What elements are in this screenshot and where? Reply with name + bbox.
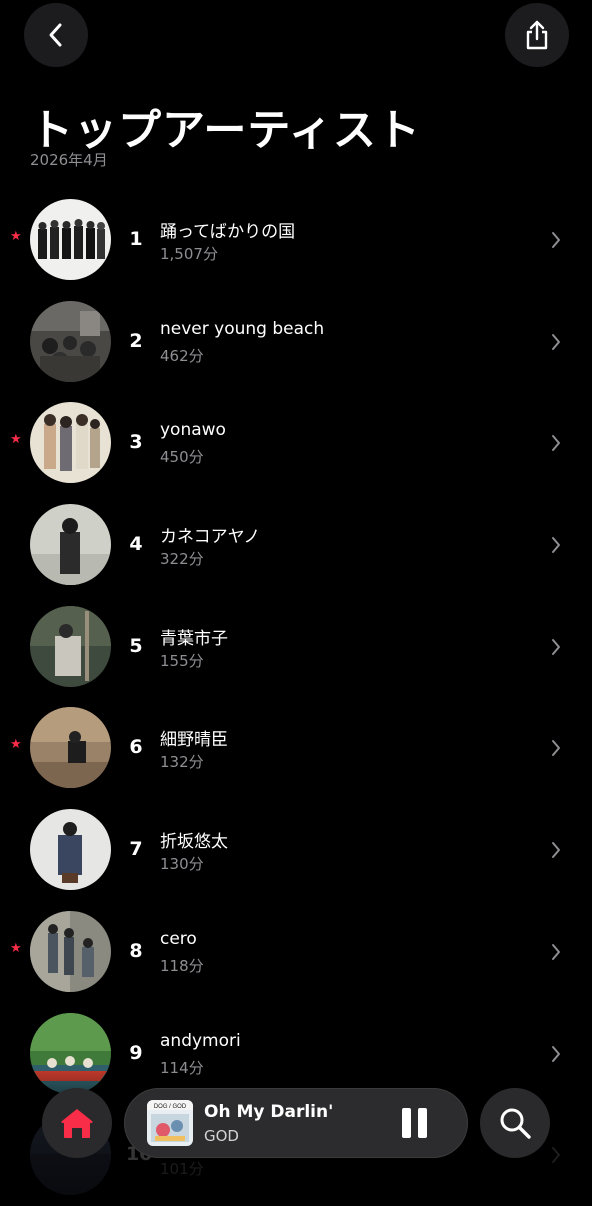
artist-name: カネコアヤノ xyxy=(160,527,261,548)
favorite-star-icon: ★ xyxy=(10,737,22,753)
favorite-star-icon: ★ xyxy=(10,229,22,244)
now-playing-artist: GOD xyxy=(204,1127,239,1145)
chevron-right-icon xyxy=(552,943,560,960)
artist-list: ★ 1 踊ってばかりの国 1,507分 2 never young beach … xyxy=(0,189,592,1206)
artist-name: cero xyxy=(160,928,197,949)
artist-name: 細野晴臣 xyxy=(160,730,228,751)
svg-text:DOG / GOD: DOG / GOD xyxy=(154,1104,187,1110)
artist-row[interactable]: 7 折坂悠太 130分 xyxy=(0,799,592,901)
artist-avatar xyxy=(30,300,111,382)
now-playing-bar[interactable]: DOG / GOD Oh My Darlin' GOD xyxy=(124,1088,468,1158)
artist-avatar xyxy=(30,707,111,789)
artist-avatar xyxy=(30,199,111,280)
home-button[interactable] xyxy=(42,1088,112,1158)
play-minutes: 1,507分 xyxy=(160,245,218,263)
play-minutes: 130分 xyxy=(160,855,204,874)
rank-number: 9 xyxy=(129,1041,143,1064)
back-button[interactable] xyxy=(24,3,88,67)
artist-name: andymori xyxy=(160,1030,241,1051)
share-button[interactable] xyxy=(505,3,569,67)
play-minutes: 132分 xyxy=(160,753,204,772)
artist-name: yonawo xyxy=(160,420,226,441)
artist-avatar xyxy=(30,402,111,484)
artist-row[interactable]: 2 never young beach 462分 xyxy=(0,291,592,393)
artist-row[interactable]: ★ 8 cero 118分 xyxy=(0,901,592,1003)
search-icon xyxy=(500,1108,531,1139)
play-minutes: 118分 xyxy=(160,956,204,975)
play-minutes: 450分 xyxy=(160,448,204,467)
chevron-right-icon xyxy=(552,537,560,554)
chevron-right-icon xyxy=(552,333,560,350)
favorite-star-icon: ★ xyxy=(10,940,22,956)
rank-number: 8 xyxy=(129,939,143,962)
artist-row[interactable]: ★ 3 yonawo 450分 xyxy=(0,392,592,494)
favorite-star-icon: ★ xyxy=(10,432,22,448)
play-minutes: 114分 xyxy=(160,1058,204,1077)
chevron-right-icon xyxy=(552,435,560,452)
chevron-left-icon xyxy=(49,23,62,47)
chevron-right-icon xyxy=(552,232,560,248)
artist-avatar xyxy=(30,1012,111,1094)
now-playing-title: Oh My Darlin' xyxy=(204,1102,334,1122)
play-minutes: 155分 xyxy=(160,651,204,670)
artist-name: 折坂悠太 xyxy=(160,832,228,853)
rank-number: 7 xyxy=(129,838,143,861)
search-button[interactable] xyxy=(480,1088,550,1158)
play-minutes: 462分 xyxy=(160,346,204,365)
rank-number: 4 xyxy=(129,533,143,556)
artist-avatar xyxy=(30,910,111,992)
rank-number: 6 xyxy=(129,736,143,759)
artist-avatar xyxy=(30,504,111,586)
pause-button[interactable] xyxy=(402,1108,430,1138)
rank-number: 2 xyxy=(129,329,143,352)
artist-row[interactable]: ★ 1 踊ってばかりの国 1,507分 xyxy=(0,189,592,291)
rank-number: 3 xyxy=(129,431,143,454)
artist-name: 踊ってばかりの国 xyxy=(160,222,296,242)
chevron-right-icon xyxy=(552,740,560,757)
artist-avatar xyxy=(30,809,111,891)
artist-name: never young beach xyxy=(160,318,325,339)
share-icon xyxy=(526,20,548,50)
play-minutes: 101分 xyxy=(160,1160,204,1179)
album-artwork: DOG / GOD xyxy=(147,1100,193,1146)
play-minutes: 322分 xyxy=(160,550,204,569)
chevron-right-icon xyxy=(552,638,560,655)
rank-number: 5 xyxy=(129,634,143,657)
period-label: 2026年4月 xyxy=(30,151,108,169)
home-icon xyxy=(61,1109,93,1138)
chevron-right-icon xyxy=(552,1045,560,1062)
artist-row[interactable]: 4 カネコアヤノ 322分 xyxy=(0,494,592,596)
rank-number: 1 xyxy=(129,228,143,250)
artist-row[interactable]: 5 青葉市子 155分 xyxy=(0,596,592,698)
artist-avatar xyxy=(30,605,111,687)
chevron-right-icon xyxy=(552,1147,560,1164)
chevron-right-icon xyxy=(552,842,560,859)
artist-row[interactable]: ★ 6 細野晴臣 132分 xyxy=(0,697,592,799)
artist-name: 青葉市子 xyxy=(160,628,228,649)
